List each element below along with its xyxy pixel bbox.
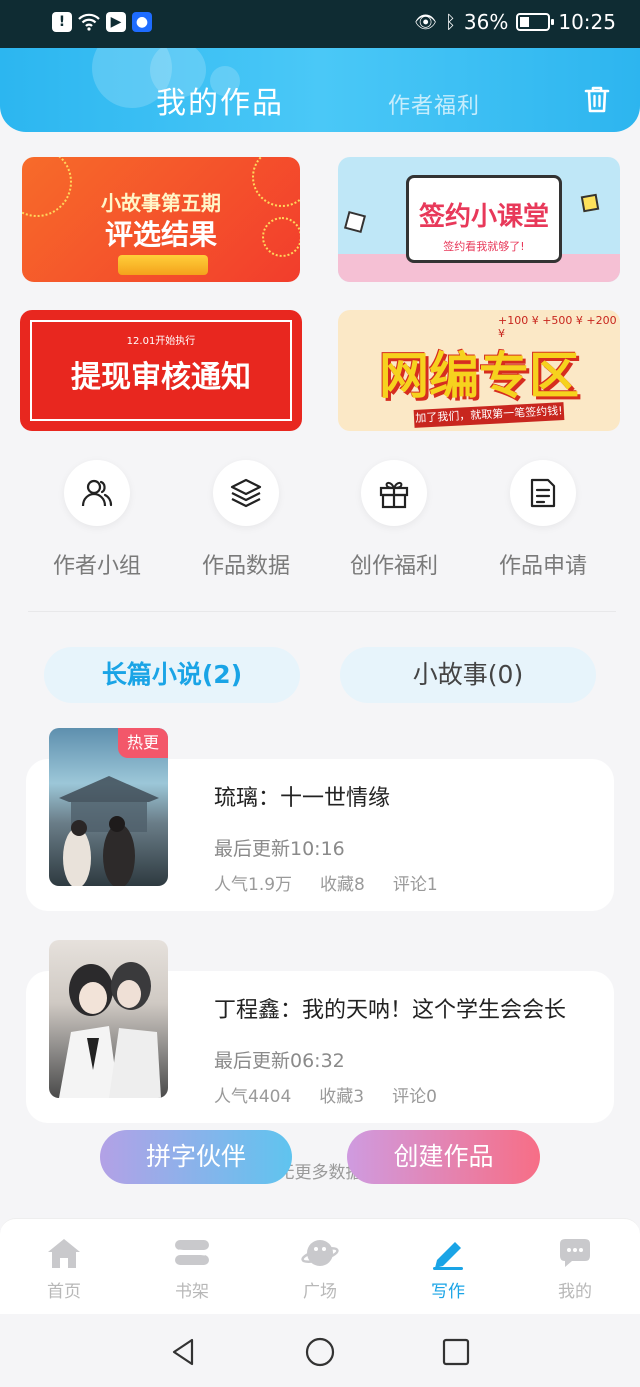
divider	[28, 611, 616, 612]
battery-icon	[516, 13, 555, 31]
document-icon	[510, 460, 576, 526]
nav-write[interactable]: 写作	[398, 1233, 498, 1302]
bottom-nav: 首页 书架 广场 写作 我的	[0, 1218, 640, 1314]
planet-icon	[270, 1233, 370, 1273]
bluetooth-icon: ᛒ	[445, 11, 456, 33]
nav-label: 写作	[431, 1282, 465, 1302]
bookshelf-icon	[142, 1233, 242, 1273]
nav-home[interactable]: 首页	[14, 1233, 114, 1302]
quick-action-author-group[interactable]: 作者小组	[37, 460, 157, 580]
layers-icon	[213, 460, 279, 526]
work-cover-image[interactable]	[49, 940, 168, 1098]
clock: 10:25	[558, 10, 616, 34]
recents-icon[interactable]	[440, 1336, 472, 1368]
home-circle-icon[interactable]	[304, 1336, 336, 1368]
nav-plaza[interactable]: 广场	[270, 1233, 370, 1302]
work-stats: 人气1.9万 收藏8 评论1	[214, 870, 466, 895]
nav-bookshelf[interactable]: 书架	[142, 1233, 242, 1302]
banner-text: 12.01开始执行	[126, 336, 196, 347]
stage-decoration	[118, 255, 208, 275]
nav-label: 我的	[558, 1282, 592, 1302]
tab-long-novel[interactable]: 长篇小说(2)	[44, 647, 300, 703]
wifi-icon	[78, 12, 100, 32]
work-comments: 评论0	[392, 1087, 437, 1107]
partner-button[interactable]: 拼字伙伴	[100, 1130, 292, 1184]
tab-my-works[interactable]: 我的作品	[156, 78, 284, 122]
banner-text: 小故事第五期	[101, 191, 221, 215]
banner-card: 签约小课堂 签约看我就够了!	[406, 175, 562, 263]
work-comments: 评论1	[392, 875, 438, 895]
work-title[interactable]: 丁程鑫：我的天呐！这个学生会会长	[214, 992, 566, 1024]
create-work-button[interactable]: 创建作品	[347, 1130, 540, 1184]
banner-text: 评选结果	[104, 218, 217, 251]
banner-text: 提现审核通知	[71, 360, 251, 395]
nav-mine[interactable]: 我的	[525, 1233, 625, 1302]
alert-icon: !	[52, 12, 72, 32]
chat-icon	[525, 1233, 625, 1273]
bulb-icon: ●	[132, 12, 152, 32]
header: 我的作品 作者福利	[0, 48, 640, 132]
work-favorites: 收藏3	[319, 1087, 365, 1107]
quick-action-creation-welfare[interactable]: 创作福利	[334, 460, 454, 580]
eye-icon: 👁	[414, 11, 438, 33]
work-cover-image[interactable]: 热更	[49, 728, 168, 886]
quick-action-label: 作品数据	[201, 554, 290, 579]
hot-badge: 热更	[118, 728, 168, 758]
banner-editor-zone[interactable]: +100 ¥ +500 ¥ +200 ¥ 网编专区 加了我们，就取第一笔签约钱!	[338, 310, 620, 431]
tab-author-welfare[interactable]: 作者福利	[388, 88, 480, 120]
banner-text: 签约小课堂	[418, 202, 549, 232]
nav-label: 书架	[175, 1282, 209, 1302]
system-nav-bar	[0, 1314, 640, 1387]
quick-action-work-apply[interactable]: 作品申请	[483, 460, 603, 580]
banner-text: 网编专区	[379, 347, 579, 405]
quick-action-label: 作者小组	[52, 554, 141, 579]
work-updated: 最后更新10:16	[214, 838, 345, 860]
quick-action-label: 创作福利	[349, 554, 438, 579]
work-popularity: 人气4404	[214, 1087, 292, 1107]
banner-text: 签约看我就够了!	[443, 240, 525, 253]
nav-label: 首页	[47, 1282, 81, 1302]
work-title[interactable]: 琉璃：十一世情缘	[214, 780, 390, 812]
banner-withdraw-notice[interactable]: 12.01开始执行 提现审核通知	[20, 310, 302, 431]
quick-action-label: 作品申请	[498, 554, 587, 579]
trash-icon[interactable]	[580, 82, 614, 116]
quick-action-work-data[interactable]: 作品数据	[186, 460, 306, 580]
tab-short-story[interactable]: 小故事(0)	[340, 647, 596, 703]
back-icon[interactable]	[168, 1336, 200, 1368]
banner-story-results[interactable]: 小故事第五期 评选结果	[22, 157, 300, 282]
battery-percent: 36%	[463, 10, 509, 34]
load-more-text: 无更多数据	[277, 1163, 363, 1183]
gift-icon	[361, 460, 427, 526]
nav-label: 广场	[303, 1282, 337, 1302]
work-popularity: 人气1.9万	[214, 875, 293, 895]
work-updated: 最后更新06:32	[214, 1050, 345, 1072]
play-icon: ▶	[106, 12, 126, 32]
home-icon	[14, 1233, 114, 1273]
pen-icon	[398, 1233, 498, 1273]
status-bar: ! ▶ ● 👁 ᛒ 36% 10:25	[0, 0, 640, 48]
banner-sign-class[interactable]: 签约小课堂 签约看我就够了!	[338, 157, 620, 282]
work-favorites: 收藏8	[320, 875, 365, 895]
people-icon	[64, 460, 130, 526]
work-stats: 人气4404 收藏3 评论0	[214, 1082, 465, 1107]
